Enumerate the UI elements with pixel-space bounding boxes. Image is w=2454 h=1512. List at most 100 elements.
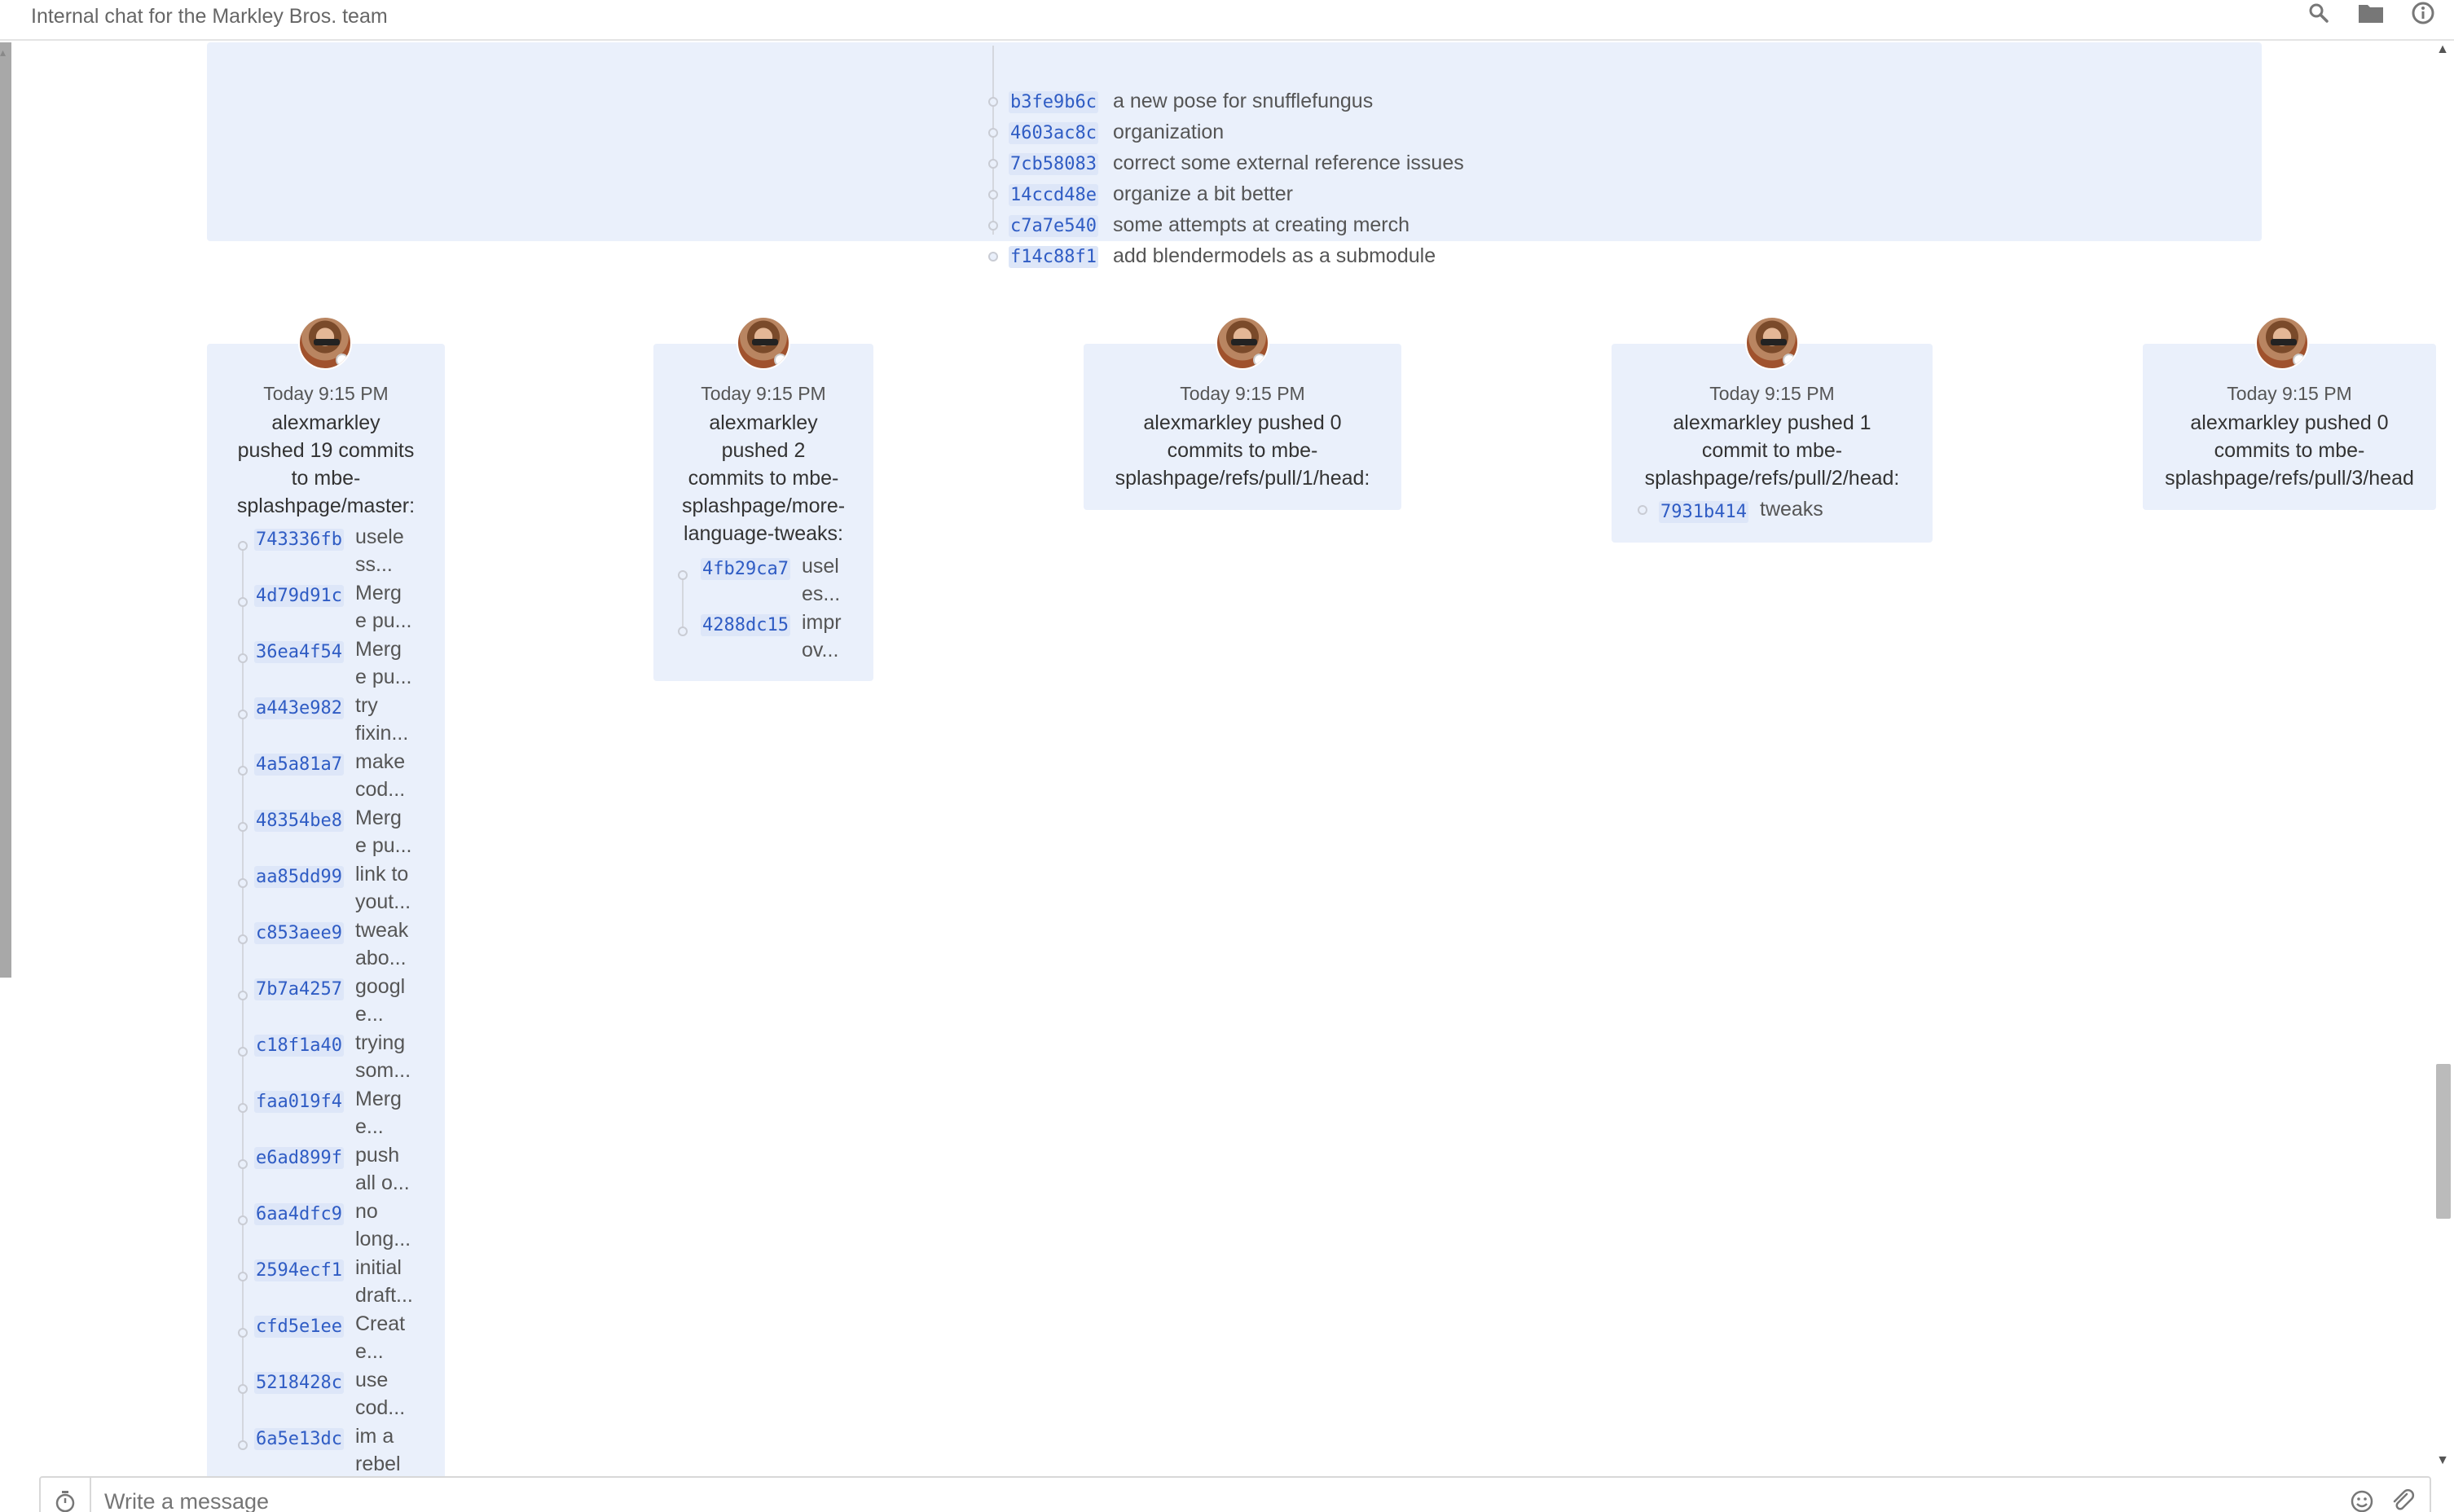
push-summary-line: alexmarkley pushed 1 [1673,411,1871,434]
commit-node [678,626,688,636]
push-summary: alexmarkley pushed 0 commits to mbe-splas… [1084,409,1401,492]
commit-hash-link[interactable]: 4fb29ca7 [701,558,790,580]
commit-message-line: im a [355,1425,394,1448]
attach-icon[interactable] [2389,1488,2417,1512]
commit-hash-link[interactable]: 6a5e13dc [254,1428,344,1450]
left-scroll-up-arrow[interactable]: ▴ [0,46,6,59]
commit-hash-link[interactable]: 48354be8 [254,810,344,832]
commit-hash-link[interactable]: c7a7e540 [1009,215,1098,237]
commit-hash-link[interactable]: 4288dc15 [701,614,790,636]
commit-message-line: tweak [355,919,409,942]
commit-message-line: tweaks [1760,498,1823,521]
commit-row: 7cb58083 correct some external reference … [984,148,1717,179]
commit-node [238,597,248,607]
commit-message-line: cod... [355,778,406,801]
push-summary-line: pushed 2 [721,439,806,462]
commit-message-line: fixin... [355,722,409,745]
commit-hash-link[interactable]: 14ccd48e [1009,184,1098,206]
commit-hash-link[interactable]: 7b7a4257 [254,978,344,1000]
commit-message: tweak abo... [355,916,437,972]
search-icon[interactable] [2306,0,2332,26]
commit-message-line: cod... [355,1396,406,1419]
message-scrollbar-thumb[interactable] [2436,1064,2451,1219]
avatar-sunglasses [314,339,340,345]
commit-row: cfd5e1ee Creat e... [207,1310,445,1369]
previous-push-event-commits: b3fe9b6c a new pose for snufflefungus 4603… [207,42,2262,268]
channel-description: Internal chat for the Markley Bros. team [31,5,388,28]
commit-hash-link[interactable]: c853aee9 [254,922,344,944]
commit-hash-link[interactable]: 36ea4f54 [254,641,344,663]
scroll-down-arrow[interactable]: ▼ [2434,1453,2451,1468]
commit-hash-link[interactable]: 7cb58083 [1009,153,1098,175]
commit-message-line: e pu... [355,609,412,632]
commit-hash-link[interactable]: 4d79d91c [254,585,344,607]
message-timestamp: Today 9:15 PM [1709,383,1835,404]
message-timestamp: Today 9:15 PM [701,383,826,404]
commit-message-line: Merg [355,638,402,661]
commit-message: Creat e... [355,1310,437,1365]
commit-hash-link[interactable]: 7931b414 [1659,501,1748,523]
commit-message-line: e... [355,1115,384,1138]
integration-badge-icon [2293,354,2306,367]
timer-icon[interactable] [41,1478,91,1512]
avatar[interactable] [1216,316,1269,370]
avatar[interactable] [1745,316,1799,370]
commit-node [238,934,248,944]
commit-hash-link[interactable]: aa85dd99 [254,866,344,888]
avatar[interactable] [298,316,352,370]
commit-message: add blendermodels as a submodule [1113,244,1436,267]
commit-row: 4a5a81a7 make cod... [207,750,445,807]
commit-message-line: googl [355,975,406,998]
commit-message-line: yout... [355,890,411,913]
left-scrollbar[interactable] [0,42,11,978]
commit-hash-link[interactable]: a443e982 [254,697,344,719]
info-icon[interactable] [2410,0,2436,26]
commit-message: Merg e pu... [355,579,437,635]
message-scrollbar-track[interactable] [2433,42,2454,1476]
commit-row: 7931b414 tweaks [1612,498,1933,554]
push-summary-line: commits to mbe- [688,467,839,490]
avatar[interactable] [2255,316,2309,370]
commit-hash-link[interactable]: faa019f4 [254,1091,344,1113]
commit-hash-link[interactable]: c18f1a40 [254,1035,344,1057]
commit-hash-link[interactable]: cfd5e1ee [254,1316,344,1338]
commit-hash-link[interactable]: 5218428c [254,1372,344,1394]
commit-message-line: e pu... [355,666,412,688]
message-input[interactable] [104,1489,2304,1512]
commit-hash-link[interactable]: 4603ac8c [1009,122,1098,144]
commit-row: c7a7e540 some attempts at creating merch [984,210,1717,241]
commit-hash-link[interactable]: 6aa4dfc9 [254,1203,344,1225]
avatar-sunglasses [2271,339,2297,345]
commit-hash-link[interactable]: 2594ecf1 [254,1259,344,1281]
commit-message-line: impr [802,611,842,634]
folder-icon[interactable] [2358,0,2384,26]
commit-row: aa85dd99 link to yout... [207,863,445,919]
push-summary-line: splashpage/refs/pull/2/head: [1644,467,1900,490]
push-summary-line: commit to mbe- [1701,439,1843,462]
integration-badge-icon [774,354,787,367]
commit-message: tweaks [1760,495,1923,523]
push-summary-line: alexmarkley [271,411,380,434]
avatar-sunglasses [1761,339,1787,345]
push-summary-line: commits to mbe- [2214,439,2365,462]
commit-hash-link[interactable]: 4a5a81a7 [254,754,344,776]
commit-message: initial draft... [355,1254,437,1309]
push-summary-line: alexmarkley [709,411,818,434]
commit-hash-link[interactable]: f14c88f1 [1009,246,1098,268]
push-summary: alexmarkley pushed 19 commits to mbe-splas… [207,409,445,520]
scroll-up-arrow[interactable]: ▲ [2434,42,2451,57]
commit-node [238,1159,248,1169]
commit-message: try fixin... [355,692,437,747]
emoji-icon[interactable] [2348,1488,2376,1512]
commit-hash-link[interactable]: b3fe9b6c [1009,91,1098,113]
commit-node [238,878,248,888]
commit-row: 4fb29ca7 usel es... [653,555,873,611]
avatar[interactable] [737,316,790,370]
commit-hash-link[interactable]: 743336fb [254,529,344,551]
commit-message-line: som... [355,1059,411,1082]
commit-message-line: rebel [355,1453,401,1475]
commit-message: Merg e pu... [355,635,437,691]
push-event-card: Today 9:15 PM alexmarkley pushed 1 commit … [1612,316,1933,543]
push-summary-line: commits to mbe- [1167,439,1318,462]
commit-hash-link[interactable]: e6ad899f [254,1147,344,1169]
